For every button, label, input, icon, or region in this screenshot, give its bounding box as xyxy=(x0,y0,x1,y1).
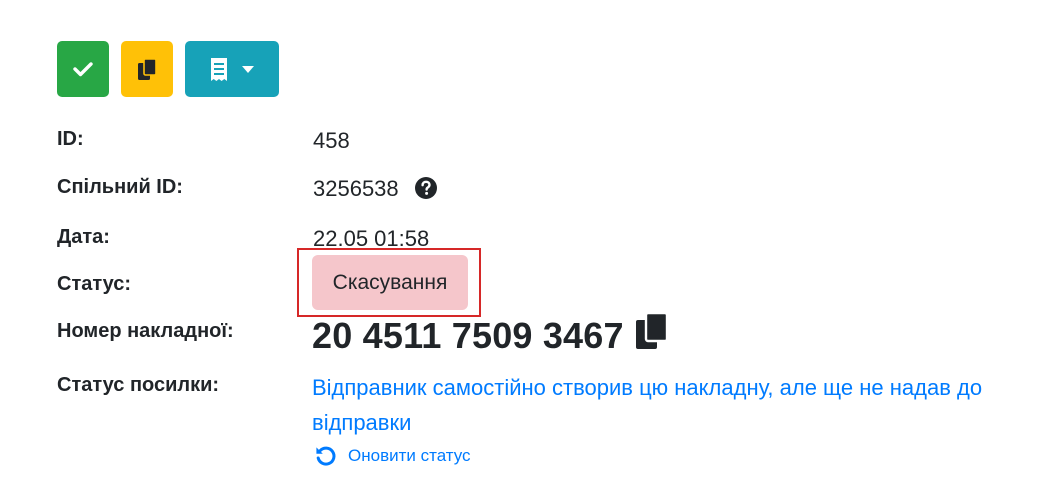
check-icon xyxy=(73,62,93,77)
copy-icon xyxy=(138,58,156,80)
status-badge: Скасування xyxy=(312,255,468,310)
copy-waybill-icon[interactable] xyxy=(635,311,668,358)
refresh-status-label: Оновити статус xyxy=(348,446,471,465)
waybill-label: Номер накладної: xyxy=(57,320,234,342)
shared-id-label: Спільний ID: xyxy=(57,176,183,198)
receipt-dropdown-button[interactable] xyxy=(185,41,279,97)
caret-down-icon xyxy=(242,65,254,73)
refresh-icon xyxy=(316,446,336,466)
order-details-page: ID: 458 Спільний ID: 3256538 Дата: 22.05… xyxy=(0,0,1046,498)
waybill-value-wrap: 20 4511 7509 3467 xyxy=(312,311,668,358)
id-value: 458 xyxy=(313,128,350,153)
id-label: ID: xyxy=(57,128,84,150)
question-circle-icon[interactable] xyxy=(414,177,437,205)
date-label: Дата: xyxy=(57,226,110,248)
refresh-status-link[interactable]: Оновити статус xyxy=(314,444,471,468)
copy-button[interactable] xyxy=(121,41,173,97)
parcel-status-label: Статус посилки: xyxy=(57,374,220,396)
action-toolbar xyxy=(57,41,279,97)
status-label: Статус: xyxy=(57,273,132,295)
waybill-number: 20 4511 7509 3467 xyxy=(312,314,624,356)
confirm-button[interactable] xyxy=(57,41,109,97)
shared-id-value-wrap: 3256538 xyxy=(313,176,437,205)
receipt-icon xyxy=(211,57,227,81)
parcel-status-link[interactable]: Відправник самостійно створив цю накладн… xyxy=(312,370,1037,440)
shared-id-value: 3256538 xyxy=(313,176,399,201)
